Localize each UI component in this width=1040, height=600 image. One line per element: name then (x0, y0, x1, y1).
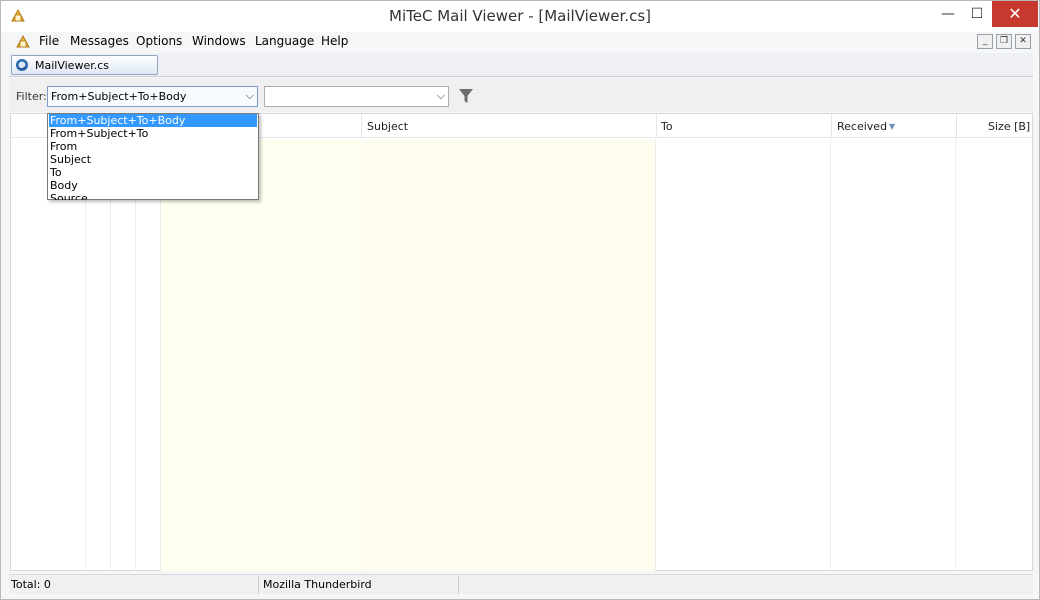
header-divider (956, 114, 957, 138)
column-divider (110, 139, 111, 571)
menu-help[interactable]: Help (321, 34, 348, 48)
mdi-minimize-button[interactable]: _ (977, 34, 993, 49)
filter-field-combobox[interactable]: From+Subject+To+Body ⌵ (47, 86, 258, 107)
column-divider (955, 139, 956, 571)
dropdown-option[interactable]: From+Subject+To+Body (49, 114, 257, 127)
header-divider (831, 114, 832, 138)
status-divider (258, 576, 259, 594)
tab-mailviewer[interactable]: MailViewer.cs (11, 55, 158, 75)
filter-label: Filter: (16, 90, 47, 103)
status-bar: Total: 0 Mozilla Thunderbird (9, 574, 1033, 594)
dropdown-option[interactable]: Source (49, 192, 257, 200)
status-client: Mozilla Thunderbird (263, 578, 372, 591)
column-divider (655, 139, 656, 571)
title-bar[interactable]: MiTeC Mail Viewer - [MailViewer.cs] — ☐ … (1, 1, 1039, 32)
filter-value-combobox[interactable]: ⌵ (264, 86, 449, 107)
mdi-restore-button[interactable]: ❐ (996, 34, 1012, 49)
dropdown-option[interactable]: Subject (49, 153, 257, 166)
header-divider (361, 114, 362, 138)
menu-windows[interactable]: Windows (192, 34, 246, 48)
filter-field-dropdown-list[interactable]: From+Subject+To+Body From+Subject+To Fro… (47, 113, 259, 200)
status-divider (458, 576, 459, 594)
header-divider (656, 114, 657, 138)
chevron-down-icon: ⌵ (245, 89, 254, 102)
menu-bar: File Messages Options Windows Language H… (9, 32, 1033, 52)
close-button[interactable]: ✕ (992, 1, 1038, 27)
subject-column-bg (362, 139, 655, 571)
app-window: MiTeC Mail Viewer - [MailViewer.cs] — ☐ … (0, 0, 1040, 600)
column-divider (160, 139, 161, 571)
maximize-button[interactable]: ☐ (963, 1, 991, 27)
sort-descending-icon: ▼ (889, 122, 896, 131)
column-header-size[interactable]: Size [B] (988, 120, 1030, 133)
menu-file[interactable]: File (39, 34, 59, 48)
document-icon[interactable] (14, 33, 32, 51)
document-tab-strip: MailViewer.cs (9, 53, 1033, 77)
dropdown-option[interactable]: From+Subject+To (49, 127, 257, 140)
column-header-received[interactable]: Received (837, 120, 887, 133)
column-header-to[interactable]: To (661, 120, 673, 133)
column-header-subject[interactable]: Subject (367, 120, 408, 133)
highlight-column (161, 139, 361, 571)
filter-field-value: From+Subject+To+Body (51, 90, 187, 103)
minimize-button[interactable]: — (934, 1, 962, 27)
chevron-down-icon: ⌵ (436, 89, 445, 102)
window-title: MiTeC Mail Viewer - [MailViewer.cs] (389, 7, 651, 25)
funnel-icon[interactable] (458, 88, 474, 105)
menu-language[interactable]: Language (255, 34, 314, 48)
column-divider (135, 139, 136, 571)
thunderbird-icon (16, 59, 28, 71)
filter-bar: Filter: From+Subject+To+Body ⌵ ⌵ (9, 78, 1033, 112)
menu-messages[interactable]: Messages (70, 34, 129, 48)
dropdown-option[interactable]: Body (49, 179, 257, 192)
tab-label: MailViewer.cs (35, 59, 110, 72)
mdi-close-button[interactable]: ✕ (1015, 34, 1031, 49)
dropdown-option[interactable]: To (49, 166, 257, 179)
dropdown-option[interactable]: From (49, 140, 257, 153)
column-divider (830, 139, 831, 571)
menu-options[interactable]: Options (136, 34, 182, 48)
column-divider (85, 139, 86, 571)
status-total: Total: 0 (11, 578, 51, 591)
